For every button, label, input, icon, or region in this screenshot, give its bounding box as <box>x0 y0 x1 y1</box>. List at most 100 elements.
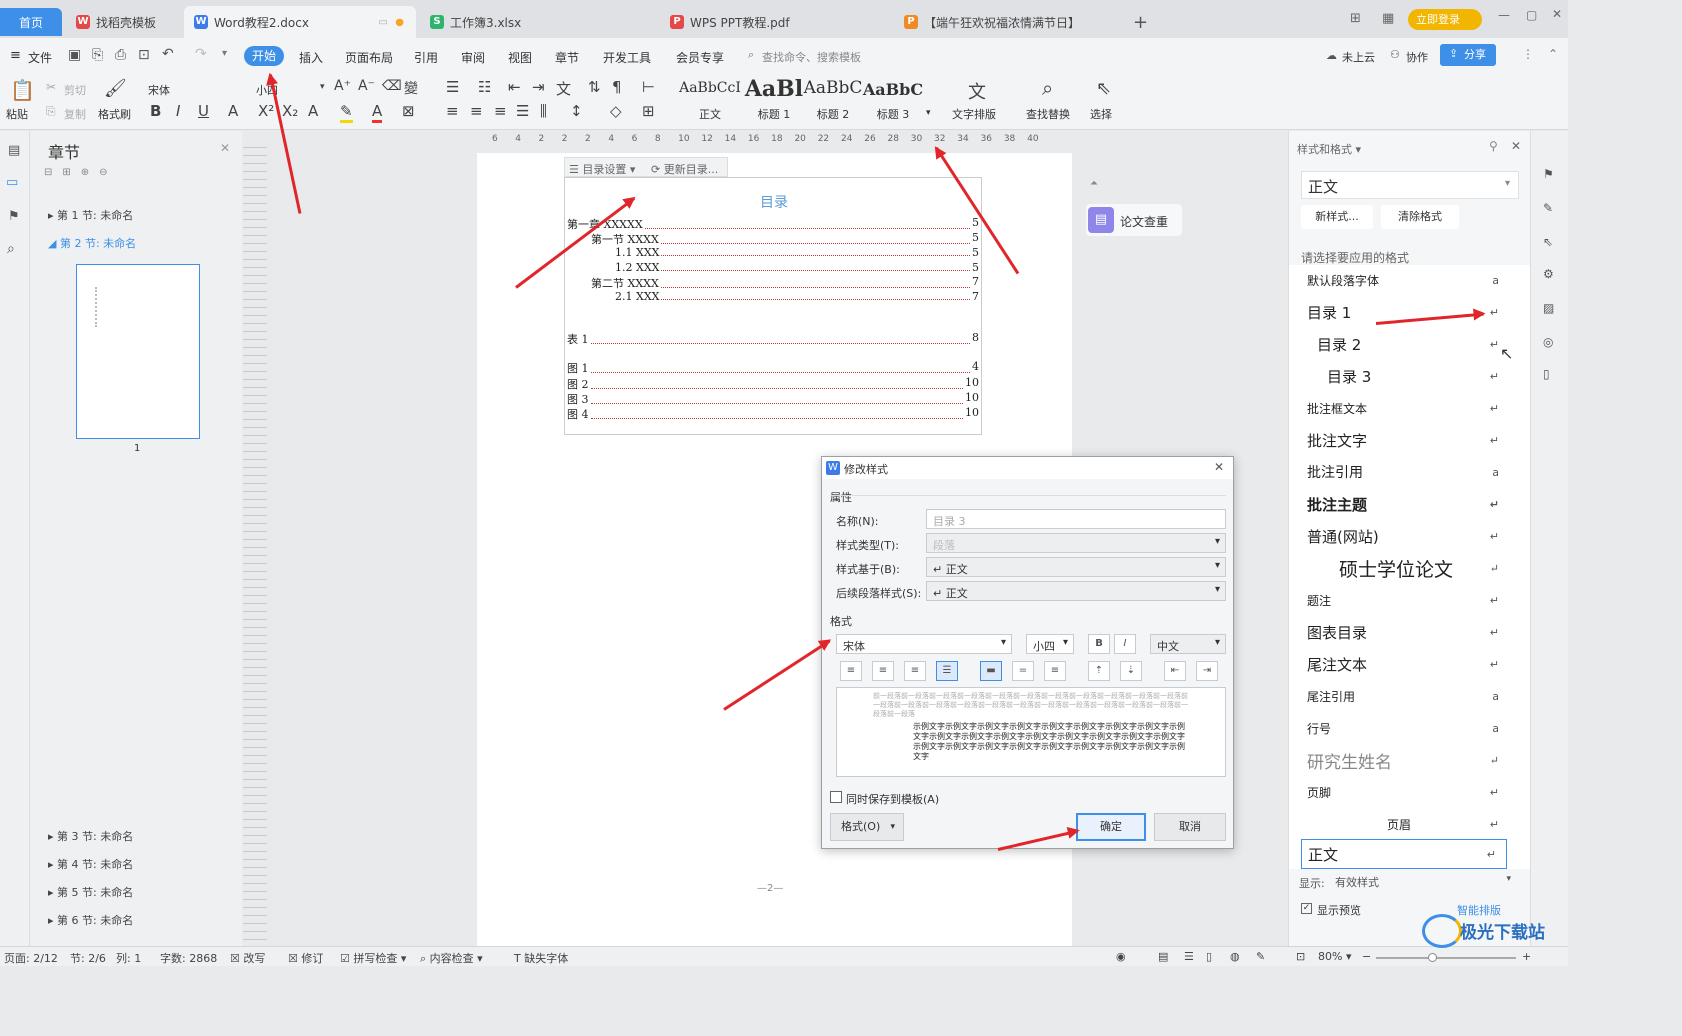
status-page[interactable]: 页面: 2/12 <box>4 950 58 966</box>
toc-line[interactable]: 1.2 XXX 5 <box>615 261 979 274</box>
collapse-ribbon-icon[interactable]: ⌃ <box>1548 47 1558 61</box>
style-item[interactable]: 研究生姓名 ↵ <box>1289 745 1509 775</box>
style-item[interactable]: 题注 ↵ <box>1289 585 1509 615</box>
tab-templates[interactable]: W 找稻壳模板 <box>66 6 182 38</box>
style-brush-icon[interactable]: ⚑ <box>1543 167 1554 181</box>
fit-icon[interactable]: ⊡ <box>1296 950 1305 963</box>
menu-start[interactable]: 开始 <box>244 46 284 66</box>
align-center-icon[interactable]: ≡ <box>470 102 483 120</box>
hamburger-icon[interactable]: ≡ <box>10 48 21 63</box>
menu-reference[interactable]: 引用 <box>414 49 438 66</box>
grid-icon[interactable]: ▦ <box>1382 11 1394 26</box>
next-style-select[interactable]: ↵ 正文 <box>926 581 1226 601</box>
toc-update-button[interactable]: ⟳ 更新目录... <box>651 161 718 177</box>
outline-icon[interactable]: ▤ <box>8 143 20 158</box>
current-style-field[interactable]: 正文 ▾ <box>1301 171 1519 199</box>
page-thumbnail[interactable] <box>76 264 200 439</box>
style-item[interactable]: 批注框文本 ↵ <box>1289 393 1509 423</box>
type-select[interactable]: 段落 <box>926 533 1226 553</box>
chapter-item-4[interactable]: ▸ 第 4 节: 未命名 <box>48 856 133 872</box>
paper-check-button[interactable]: ▤ 论文查重 <box>1086 204 1182 236</box>
bookmark-icon[interactable]: ⚑ <box>8 209 20 224</box>
toc-line[interactable]: 第一章 XXXXX 5 <box>567 216 979 232</box>
preview-icon[interactable]: ⊡ <box>138 47 150 63</box>
cut-button[interactable]: 剪切 <box>64 82 86 98</box>
one-half-spacing-icon[interactable]: = <box>1012 661 1034 681</box>
zoom-slider-handle[interactable] <box>1428 953 1437 962</box>
text-layout-icon[interactable]: 文 <box>968 78 986 104</box>
increase-indent-icon[interactable]: ⇥ <box>1196 661 1218 681</box>
line-spacing-icon[interactable]: ↕ <box>570 102 583 120</box>
based-on-select[interactable]: ↵ 正文 <box>926 557 1226 577</box>
font-select[interactable]: 宋体 <box>836 634 1012 654</box>
style-preview-normal[interactable]: AaBbCcI <box>676 80 744 96</box>
format-painter-button[interactable]: 格式刷 <box>98 106 131 122</box>
text-layout-button[interactable]: 文字排版 <box>952 106 996 122</box>
align-center-icon[interactable]: ≡ <box>872 661 894 681</box>
layout-icon[interactable]: ⊞ <box>1350 11 1361 26</box>
style-item[interactable]: 批注主题 ↵ <box>1289 489 1509 519</box>
increase-indent-icon[interactable]: ⇥ <box>532 78 545 96</box>
style-preview-h2[interactable]: AaBbC <box>802 78 864 98</box>
figure-line[interactable]: 图 3 10 <box>567 391 979 407</box>
decrease-indent-icon[interactable]: ⇤ <box>1164 661 1186 681</box>
chevron-down-icon[interactable]: ▾ <box>320 82 325 92</box>
style-item[interactable]: 目录 3 ↵ <box>1289 361 1509 391</box>
bold-icon[interactable]: B <box>1088 634 1110 654</box>
toc-line[interactable]: 1.1 XXX 5 <box>615 246 979 259</box>
chinese-layout-icon[interactable]: 文 <box>556 78 571 99</box>
chevron-down-icon[interactable]: ▾ <box>222 48 227 59</box>
toc-line[interactable]: 第二节 XXXX 7 <box>591 275 979 291</box>
zoom-slider[interactable] <box>1376 957 1516 959</box>
status-word-count[interactable]: 字数: 2868 <box>160 950 217 966</box>
style-item[interactable]: 尾注引用 a <box>1289 681 1509 711</box>
eye-icon[interactable]: ◉ <box>1116 950 1126 963</box>
style-item-selected[interactable]: 正文 ↵ <box>1301 839 1507 869</box>
read-view-icon[interactable]: ▯ <box>1206 950 1212 963</box>
show-marks-icon[interactable]: ¶ <box>612 78 622 96</box>
chapter-item-1[interactable]: ▸ 第 1 节: 未命名 <box>48 207 133 223</box>
style-item[interactable]: 普通(网站) ↵ <box>1289 521 1509 551</box>
menu-member[interactable]: 会员专享 <box>676 49 724 66</box>
bullets-icon[interactable]: ☰ <box>446 78 459 96</box>
style-item[interactable]: 图表目录 ↵ <box>1289 617 1509 647</box>
space-after-icon[interactable]: ⇣ <box>1120 661 1142 681</box>
single-spacing-icon[interactable]: ▬ <box>980 661 1002 681</box>
figure-line[interactable]: 图 1 4 <box>567 360 979 376</box>
chapter-item-3[interactable]: ▸ 第 3 节: 未命名 <box>48 828 133 844</box>
image-icon[interactable]: ▨ <box>1543 301 1554 315</box>
style-item[interactable]: 硕士学位论文 ↵ <box>1289 553 1509 583</box>
menu-layout[interactable]: 页面布局 <box>345 49 393 66</box>
more-icon[interactable]: ⋮ <box>1522 47 1534 61</box>
show-filter-select[interactable]: 有效样式 ▾ <box>1333 871 1517 891</box>
style-item[interactable]: 批注文字 ↵ <box>1289 425 1509 455</box>
close-panel-icon[interactable]: ✕ <box>220 141 230 155</box>
figure-line[interactable]: 图 4 10 <box>567 406 979 422</box>
style-item[interactable]: 尾注文本 ↵ <box>1289 649 1509 679</box>
shading-icon[interactable]: ◇ <box>610 102 622 120</box>
login-button[interactable]: 立即登录 <box>1408 9 1482 30</box>
char-border-icon[interactable]: ⊠ <box>402 102 415 120</box>
strikethrough-icon[interactable]: A <box>228 102 238 120</box>
command-search[interactable]: 查找命令、搜索模板 <box>762 49 861 65</box>
style-preview-h3[interactable]: AaBbC <box>862 80 924 99</box>
spell-check-button[interactable]: ☑ 拼写检查 ▾ <box>340 950 406 966</box>
collapse-up-icon[interactable]: ⏶ <box>1090 178 1098 189</box>
pin-icon[interactable]: ⚲ <box>1489 139 1498 153</box>
tab-word-doc[interactable]: W Word教程2.docx ▭ ● <box>184 6 416 38</box>
paste-icon[interactable]: 📋 <box>10 78 35 102</box>
settings-icon[interactable]: ⚙ <box>1543 267 1554 281</box>
align-left-icon[interactable]: ≡ <box>840 661 862 681</box>
tab-ppt[interactable]: P 【端午狂欢祝福浓情满节日】 <box>894 6 1124 38</box>
status-section[interactable]: 节: 2/6 <box>70 950 106 966</box>
menu-insert[interactable]: 插入 <box>299 49 323 66</box>
overwrite-toggle[interactable]: ☒ 改写 <box>230 950 265 966</box>
toc-field[interactable]: 目录 第一章 XXXXX 5 第一节 XXXX 5 1.1 XXX 5 1.2 XXX… <box>564 177 982 435</box>
font-family-select[interactable]: 宋体 <box>148 82 170 98</box>
toc-line[interactable]: 第一节 XXXX 5 <box>591 231 979 247</box>
close-window-icon[interactable]: ✕ <box>1552 7 1562 21</box>
menu-review[interactable]: 审阅 <box>461 49 485 66</box>
menu-dev-tools[interactable]: 开发工具 <box>603 49 651 66</box>
size-select[interactable]: 小四 <box>1026 634 1074 654</box>
save-template-checkbox[interactable] <box>830 791 842 803</box>
